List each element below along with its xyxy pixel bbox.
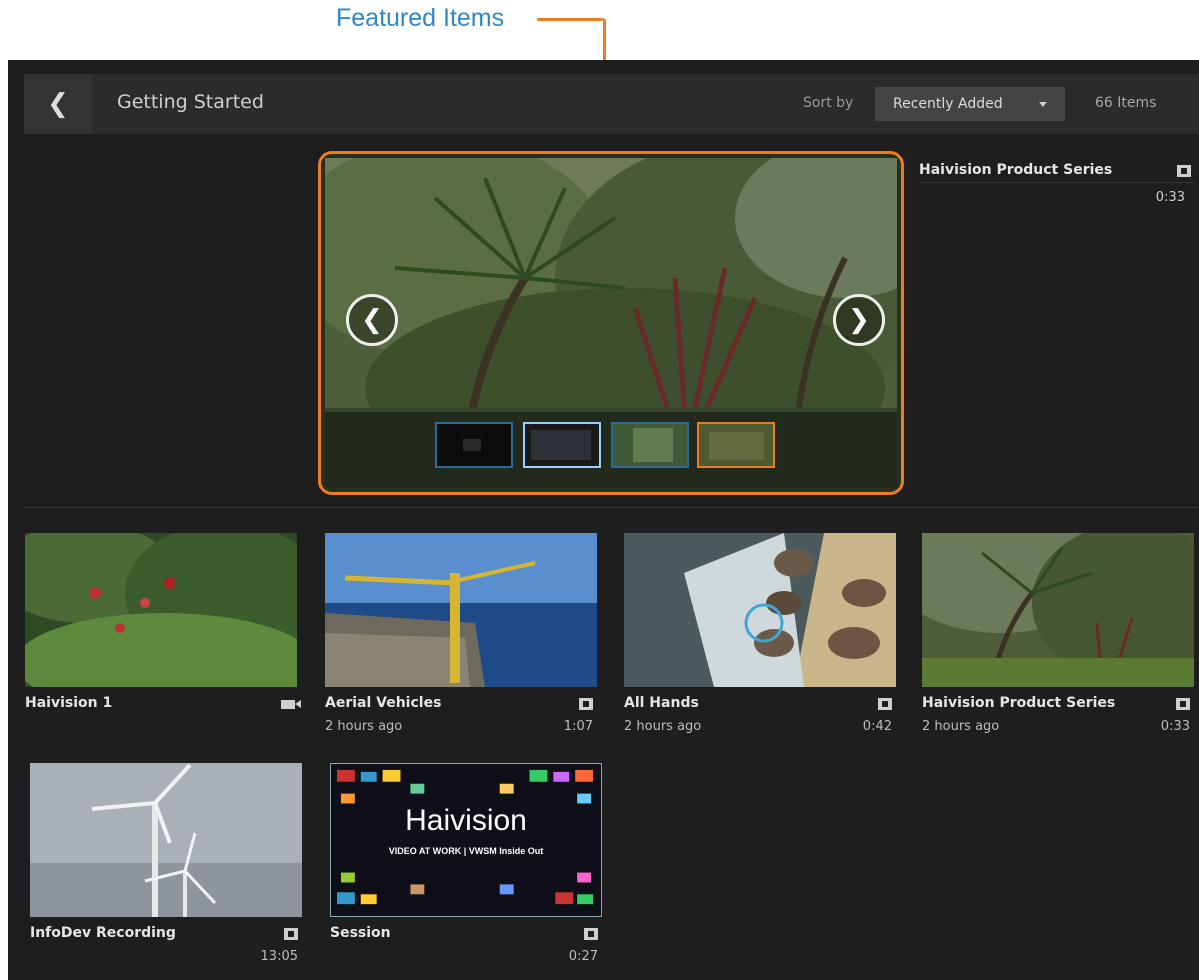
film-icon: [1176, 698, 1190, 710]
callout-line-horizontal: [537, 18, 603, 21]
video-camera-icon: [463, 439, 481, 451]
carousel-prev-button[interactable]: ❮: [346, 294, 398, 346]
carousel-next-button[interactable]: ❯: [833, 294, 885, 346]
media-age: 2 hours ago: [624, 719, 702, 734]
media-title[interactable]: All Hands: [624, 695, 699, 711]
session-brand: Haivision: [405, 804, 527, 837]
media-title[interactable]: Aerial Vehicles: [325, 695, 441, 711]
sort-dropdown-value: Recently Added: [893, 96, 1003, 112]
media-thumbnail[interactable]: [624, 533, 896, 687]
top-bar: ❮ Getting Started Sort by Recently Added…: [24, 74, 1199, 134]
media-title[interactable]: Haivision Product Series: [922, 695, 1115, 711]
featured-thumb-2[interactable]: [523, 422, 601, 468]
chevron-left-icon: ❮: [361, 305, 383, 335]
featured-thumb-4[interactable]: [697, 422, 775, 468]
media-age: 2 hours ago: [922, 719, 1000, 734]
film-icon: [579, 698, 593, 710]
featured-items-callout: Featured Items: [336, 4, 505, 32]
sort-dropdown[interactable]: Recently Added: [875, 87, 1065, 121]
media-duration: 0:42: [862, 719, 892, 734]
chevron-right-icon: ❯: [848, 305, 870, 335]
film-icon: [878, 698, 892, 710]
media-thumbnail[interactable]: [922, 533, 1194, 687]
video-camera-icon: [281, 700, 301, 709]
featured-item-title[interactable]: Haivision Product Series: [919, 162, 1112, 178]
caret-down-icon: [1039, 102, 1047, 107]
media-duration: 1:07: [563, 719, 593, 734]
featured-thumb-3[interactable]: [611, 422, 689, 468]
media-duration: 13:05: [260, 949, 298, 964]
chevron-left-icon: ❮: [47, 89, 69, 119]
session-tagline: VIDEO AT WORK | VWSM Inside Out: [388, 846, 544, 856]
app-window: ❮ Getting Started Sort by Recently Added…: [8, 60, 1199, 980]
media-thumbnail[interactable]: [325, 533, 597, 687]
media-duration: 0:33: [1160, 719, 1190, 734]
featured-thumb-1[interactable]: [435, 422, 513, 468]
film-icon: [284, 928, 298, 940]
film-icon: [584, 928, 598, 940]
featured-carousel[interactable]: ❮ ❯: [318, 151, 904, 495]
page-title: Getting Started: [117, 91, 264, 113]
featured-info-divider: [919, 182, 1195, 183]
film-icon: [1177, 165, 1191, 177]
media-thumbnail[interactable]: Haivision VIDEO AT WORK | VWSM Inside Ou…: [330, 763, 602, 917]
media-title[interactable]: InfoDev Recording: [30, 925, 176, 941]
featured-item-duration: 0:33: [1155, 190, 1185, 205]
media-duration: 0:27: [568, 949, 598, 964]
items-count: 66 Items: [1095, 95, 1157, 111]
section-divider: [24, 507, 1199, 508]
media-age: 2 hours ago: [325, 719, 403, 734]
featured-thumbnail-strip: [325, 412, 897, 488]
sort-by-label: Sort by: [803, 95, 854, 111]
media-thumbnail[interactable]: [25, 533, 297, 687]
media-title[interactable]: Session: [330, 925, 391, 941]
back-button[interactable]: ❮: [24, 74, 92, 134]
media-title[interactable]: Haivision 1: [25, 695, 112, 711]
media-thumbnail[interactable]: [30, 763, 302, 917]
